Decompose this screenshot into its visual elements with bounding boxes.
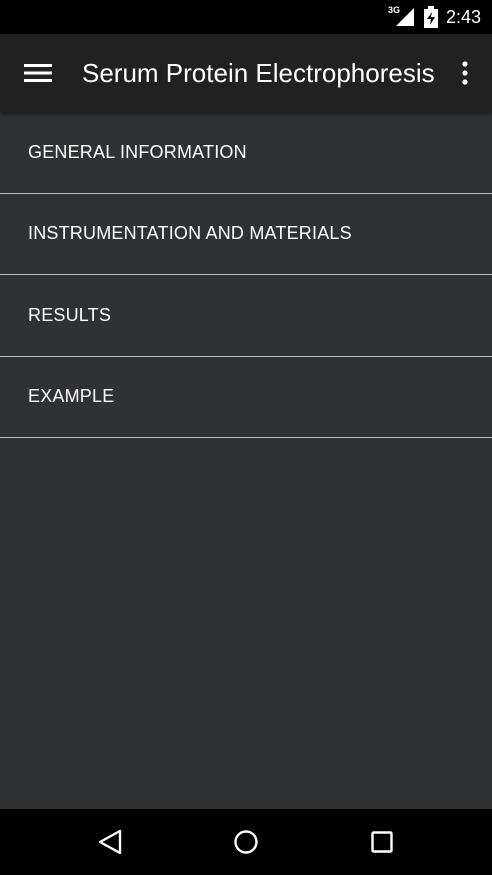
- home-button[interactable]: [178, 809, 314, 875]
- status-bar: 3G 2:43: [0, 0, 492, 34]
- list-item-instrumentation-and-materials[interactable]: INSTRUMENTATION AND MATERIALS: [0, 194, 492, 275]
- page-title: Serum Protein Electrophoresis: [82, 57, 435, 88]
- back-button[interactable]: [42, 809, 178, 875]
- back-icon: [98, 829, 122, 855]
- screen: 3G 2:43 Serum Protein Electrophoresis GE…: [0, 0, 492, 875]
- home-icon: [234, 830, 258, 854]
- menu-icon: [24, 64, 52, 82]
- list-item-label: EXAMPLE: [28, 386, 115, 407]
- section-list: GENERAL INFORMATION INSTRUMENTATION AND …: [0, 112, 492, 438]
- recents-icon: [371, 831, 393, 853]
- network-indicator: 3G: [388, 6, 414, 28]
- list-item-label: INSTRUMENTATION AND MATERIALS: [28, 223, 352, 244]
- battery-charging-icon: [423, 6, 438, 28]
- signal-icon: [395, 8, 414, 26]
- list-item-example[interactable]: EXAMPLE: [0, 357, 492, 438]
- menu-button[interactable]: [0, 34, 76, 112]
- more-vert-icon: [462, 61, 468, 85]
- list-item-results[interactable]: RESULTS: [0, 275, 492, 357]
- list-item-label: RESULTS: [28, 304, 112, 325]
- recents-button[interactable]: [314, 809, 450, 875]
- list-item-general-information[interactable]: GENERAL INFORMATION: [0, 112, 492, 194]
- app-bar: Serum Protein Electrophoresis: [0, 34, 492, 112]
- list-item-label: GENERAL INFORMATION: [28, 141, 247, 162]
- clock: 2:43: [445, 7, 481, 27]
- navigation-bar: [0, 809, 492, 875]
- overflow-menu-button[interactable]: [438, 34, 492, 112]
